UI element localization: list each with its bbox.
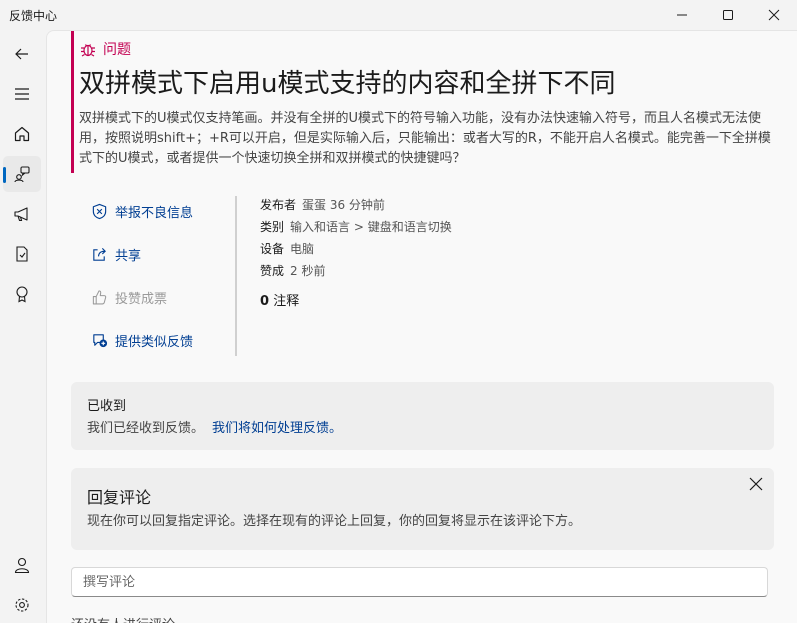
meta-publisher-label: 发布者 — [260, 198, 297, 212]
close-icon — [768, 9, 780, 21]
comment-input[interactable] — [71, 567, 768, 597]
vertical-divider — [235, 196, 237, 356]
shield-report-icon — [92, 203, 107, 220]
reply-info-card: 回复评论 现在你可以回复指定评论。选择在现有的评论上回复，你的回复将显示在该评论… — [71, 468, 774, 550]
nav-quests[interactable] — [3, 236, 41, 272]
achievement-badge-icon — [16, 286, 28, 303]
maximize-button[interactable] — [705, 0, 751, 30]
meta-device: 设备 电脑 — [260, 240, 314, 257]
give-similar-feedback-button[interactable]: 提供类似反馈 — [91, 331, 193, 350]
meta-category: 类别 输入和语言 > 键盘和语言切换 — [260, 218, 452, 235]
comment-count: 0 注释 — [260, 290, 299, 309]
thumbs-up-icon — [92, 290, 107, 305]
maximize-icon — [723, 10, 733, 20]
window-title: 反馈中心 — [9, 9, 58, 23]
feedback-people-icon — [14, 166, 30, 183]
feedback-category: 问题 — [79, 39, 131, 59]
comment-count-number: 0 — [260, 294, 270, 309]
minimize-icon — [677, 14, 687, 16]
nav-home[interactable] — [3, 116, 41, 152]
minimize-button[interactable] — [659, 0, 705, 30]
received-heading: 已收到 — [87, 399, 127, 414]
report-button[interactable]: 举报不良信息 — [91, 202, 193, 221]
reply-heading: 回复评论 — [87, 488, 152, 507]
navigation-sidebar — [0, 30, 46, 623]
hamburger-menu-icon — [15, 88, 29, 100]
meta-upvote-value: 2 秒前 — [290, 264, 326, 278]
nav-settings[interactable] — [3, 587, 41, 623]
meta-device-label: 设备 — [260, 242, 285, 256]
similar-feedback-label: 提供类似反馈 — [115, 335, 194, 350]
title-bar: 反馈中心 — [0, 0, 797, 30]
meta-category-value: 输入和语言 > 键盘和语言切换 — [290, 220, 452, 234]
back-arrow-icon — [15, 48, 28, 60]
nav-achievements[interactable] — [3, 276, 41, 312]
dismiss-reply-info-button[interactable] — [744, 472, 768, 496]
upvote-button[interactable]: 投赞成票 — [91, 288, 167, 307]
close-window-button[interactable] — [751, 0, 797, 30]
feedback-detail-pane: 问题 双拼模式下启用u模式支持的内容和全拼下不同 双拼模式下的U模式仅支持笔画。… — [46, 30, 797, 623]
bug-icon — [81, 44, 95, 57]
person-icon — [14, 557, 30, 574]
report-label: 举报不良信息 — [115, 206, 194, 221]
back-button[interactable] — [3, 36, 41, 72]
meta-device-value: 电脑 — [290, 242, 315, 256]
active-indicator — [3, 167, 6, 183]
category-accent-line — [71, 31, 74, 173]
share-icon — [93, 247, 106, 261]
meta-upvote-label: 赞成 — [260, 264, 285, 278]
share-button[interactable]: 共享 — [91, 245, 141, 264]
menu-button[interactable] — [3, 76, 41, 112]
received-text-row: 我们已经收到反馈。 我们将如何处理反馈。 — [87, 417, 342, 436]
close-icon — [749, 477, 763, 491]
add-feedback-icon — [93, 334, 108, 348]
meta-publisher: 发布者 蛋蛋 36 分钟前 — [260, 196, 385, 213]
quest-document-icon — [16, 246, 28, 262]
received-text: 我们已经收到反馈。 — [87, 421, 205, 436]
megaphone-icon — [14, 207, 28, 222]
share-label: 共享 — [115, 249, 142, 264]
category-label: 问题 — [103, 42, 131, 58]
home-icon — [14, 126, 30, 142]
upvote-label: 投赞成票 — [115, 292, 168, 307]
meta-upvote: 赞成 2 秒前 — [260, 262, 325, 279]
no-comments-text: 还没有人进行评论 — [71, 614, 175, 623]
reply-text: 现在你可以回复指定评论。选择在现有的评论上回复，你的回复将显示在该评论下方。 — [87, 514, 582, 529]
received-status-card: 已收到 我们已经收到反馈。 我们将如何处理反馈。 — [71, 382, 774, 450]
comment-count-label: 注释 — [273, 294, 300, 309]
nav-announcements[interactable] — [3, 196, 41, 232]
nav-feedback[interactable] — [3, 156, 41, 192]
feedback-description: 双拼模式下的U模式仅支持笔画。并没有全拼的U模式下的符号输入功能，没有办法快速输… — [79, 111, 771, 166]
nav-account[interactable] — [3, 547, 41, 583]
how-we-handle-feedback-link[interactable]: 我们将如何处理反馈。 — [212, 421, 342, 436]
meta-publisher-value: 蛋蛋 36 分钟前 — [302, 198, 385, 212]
meta-category-label: 类别 — [260, 220, 285, 234]
feedback-title: 双拼模式下启用u模式支持的内容和全拼下不同 — [79, 69, 616, 99]
gear-icon — [15, 598, 29, 612]
